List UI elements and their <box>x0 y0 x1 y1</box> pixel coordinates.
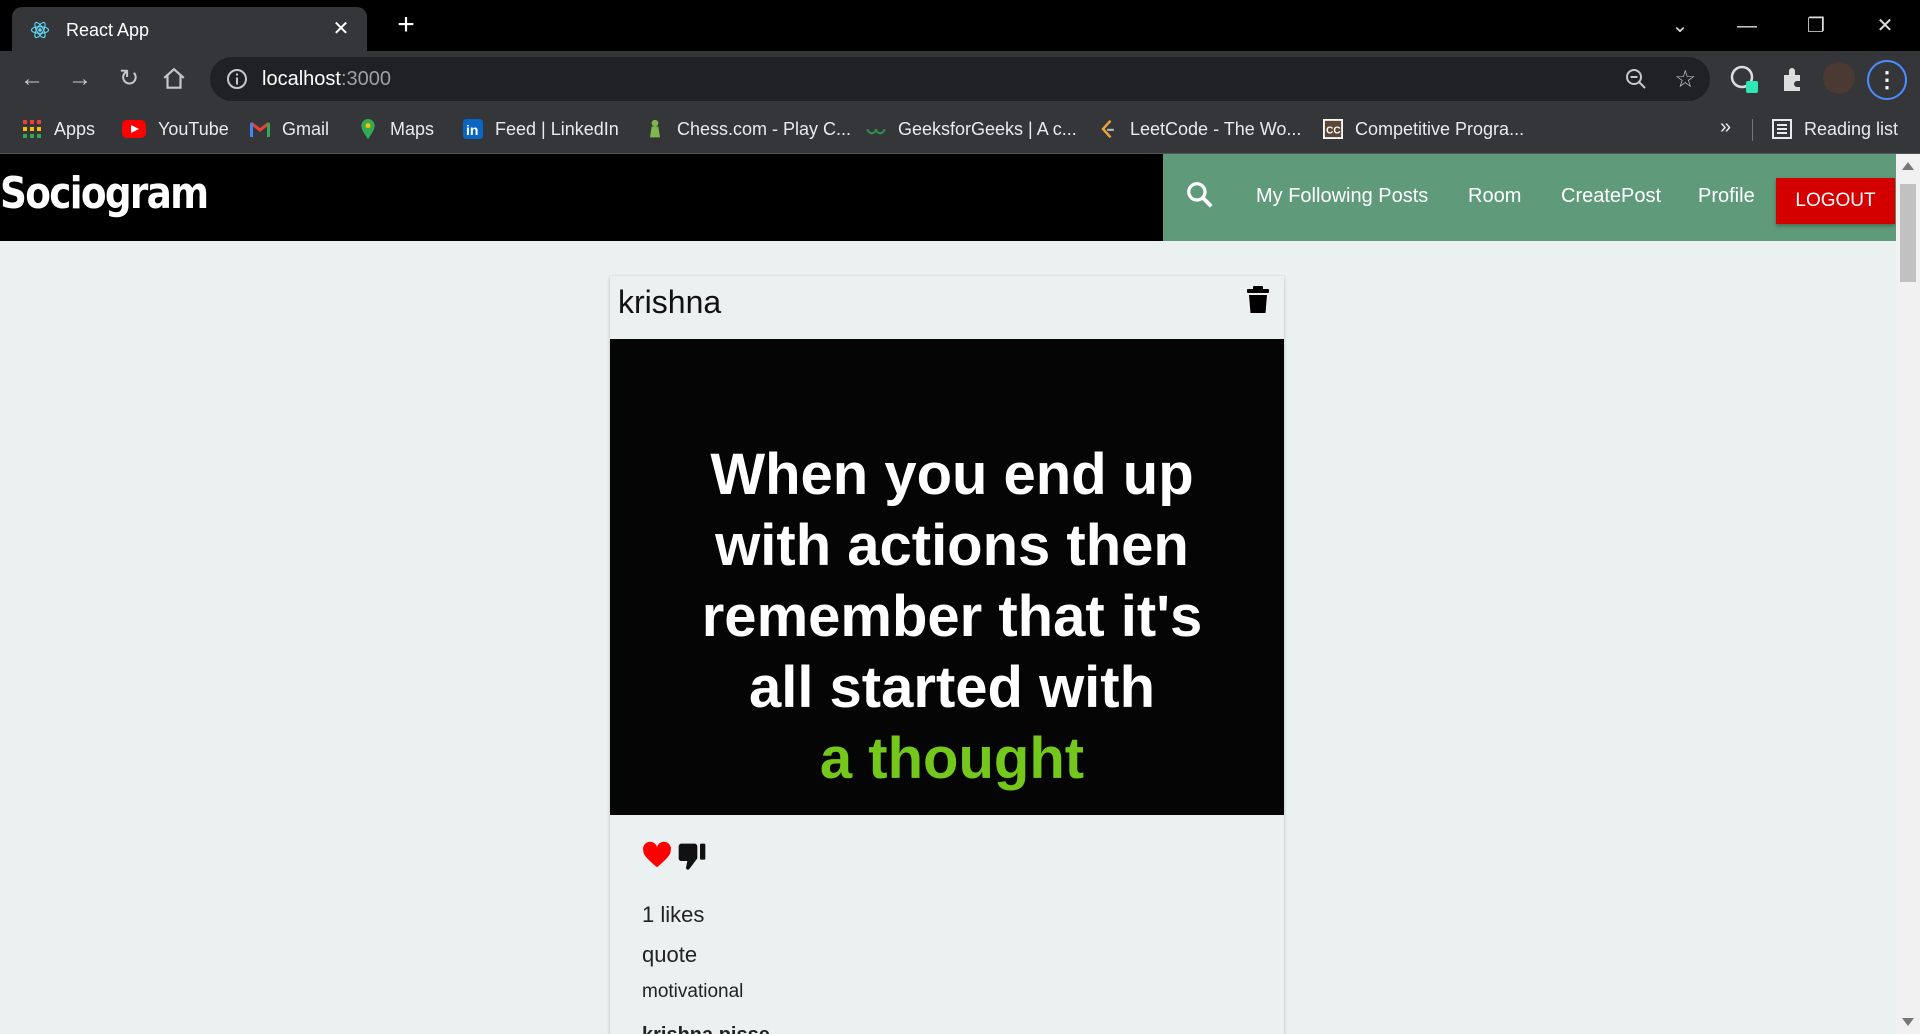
browser-toolbar: ← → ↻ localhost:3000 ☆ <box>0 51 1920 107</box>
apps-grid-icon <box>23 120 41 138</box>
url-text: localhost:3000 <box>262 68 391 90</box>
profile-avatar[interactable] <box>1823 62 1855 94</box>
linkedin-icon: in <box>463 119 483 139</box>
bookmark-label: GeeksforGeeks | A c... <box>898 118 1077 139</box>
bookmark-label: Feed | LinkedIn <box>495 118 619 139</box>
scroll-down-arrow-icon[interactable] <box>1902 1018 1914 1026</box>
tab-search-chevron-icon[interactable]: ⌄ <box>1664 10 1696 42</box>
bookmark-label: Chess.com - Play C... <box>677 118 852 139</box>
app-navbar: Sociogram My Following Posts Room Create… <box>0 154 1896 241</box>
bookmarks-divider <box>1752 119 1753 141</box>
close-window-button[interactable]: ✕ <box>1869 10 1901 42</box>
nav-room[interactable]: Room <box>1468 185 1521 208</box>
brand-logo[interactable]: Sociogram <box>0 168 209 219</box>
reading-list-button[interactable]: Reading list <box>1772 116 1898 142</box>
bookmark-label: Apps <box>54 118 96 139</box>
bookmark-leetcode[interactable]: LeetCode - The Wo... <box>1098 116 1301 142</box>
nav-my-following-posts[interactable]: My Following Posts <box>1256 185 1428 208</box>
forward-button[interactable]: → <box>64 63 96 95</box>
post-actions <box>642 841 708 875</box>
bookmark-star-icon[interactable]: ☆ <box>1674 65 1696 94</box>
youtube-icon <box>122 120 146 138</box>
extension-badge-icon[interactable] <box>1728 63 1760 95</box>
bookmark-apps[interactable]: Apps <box>22 116 95 142</box>
bookmark-label: LeetCode - The Wo... <box>1130 118 1302 139</box>
post-author[interactable]: krishna <box>618 284 721 321</box>
close-tab-icon[interactable]: ✕ <box>329 17 353 41</box>
new-tab-button[interactable]: + <box>390 9 422 41</box>
nav-menu: My Following Posts Room CreatePost Profi… <box>1163 154 1896 241</box>
reload-button[interactable]: ↻ <box>113 63 145 95</box>
quote-line: with actions then <box>715 513 1189 578</box>
reading-list-icon <box>1772 119 1792 139</box>
post-image-text: When you end up with actions then rememb… <box>610 439 1294 794</box>
page-viewport: Sociogram My Following Posts Room Create… <box>0 154 1896 1034</box>
geeksforgeeks-icon <box>866 128 886 135</box>
heart-icon[interactable] <box>642 841 672 871</box>
quote-line: all started with <box>748 655 1156 720</box>
quote-accent-line: a thought <box>819 726 1085 791</box>
bookmark-label: Competitive Progra... <box>1355 118 1525 139</box>
post-image: When you end up with actions then rememb… <box>610 339 1284 815</box>
restore-button[interactable]: ❐ <box>1800 10 1832 42</box>
post-title: quote <box>642 942 698 967</box>
scroll-up-arrow-icon[interactable] <box>1902 162 1914 170</box>
bookmark-maps[interactable]: Maps <box>358 116 434 142</box>
search-icon[interactable] <box>1185 180 1215 210</box>
nav-create-post[interactable]: CreatePost <box>1561 185 1661 208</box>
bookmark-label: Maps <box>390 118 435 139</box>
bookmark-label: YouTube <box>158 118 229 139</box>
minimize-button[interactable]: — <box>1731 10 1763 42</box>
bookmark-geeksforgeeks[interactable]: GeeksforGeeks | A c... <box>866 116 1077 142</box>
svg-text:CC: CC <box>1326 126 1340 137</box>
bookmark-linkedin[interactable]: in Feed | LinkedIn <box>463 116 619 142</box>
bookmarks-bar: Apps YouTube Gmail Maps in Feed | Linked… <box>0 107 1920 154</box>
logout-button[interactable]: LOGOUT <box>1776 178 1895 224</box>
zoom-icon[interactable] <box>1624 67 1648 91</box>
tab-title: React App <box>66 20 150 40</box>
post-card: krishna When you end up with actions the… <box>610 276 1284 1034</box>
back-button[interactable]: ← <box>16 63 48 95</box>
quote-line: When you end up <box>710 442 1194 507</box>
chess-icon <box>650 119 660 138</box>
reading-list-label: Reading list <box>1804 118 1899 139</box>
address-bar[interactable]: localhost:3000 ☆ <box>210 57 1710 101</box>
extensions-puzzle-icon[interactable] <box>1776 63 1808 95</box>
trash-icon[interactable] <box>1246 286 1270 314</box>
svg-text:in: in <box>466 122 478 138</box>
bookmark-codechef[interactable]: CC Competitive Progra... <box>1323 116 1524 142</box>
home-icon[interactable] <box>161 66 187 92</box>
quote-line: remember that it's <box>701 584 1203 649</box>
bookmark-gmail[interactable]: Gmail <box>250 116 329 142</box>
react-icon <box>30 21 50 39</box>
post-body: motivational <box>642 981 744 1002</box>
maps-icon <box>361 119 375 139</box>
nav-profile[interactable]: Profile <box>1698 185 1755 208</box>
site-info-icon[interactable] <box>226 68 248 90</box>
page-scrollbar[interactable] <box>1896 154 1920 1034</box>
browser-menu-icon[interactable]: ⋮ <box>1867 60 1907 100</box>
likes-count: 1 likes <box>642 902 705 927</box>
gmail-icon <box>250 121 270 137</box>
codechef-icon: CC <box>1323 119 1343 139</box>
browser-tab[interactable]: React App ✕ <box>12 7 367 51</box>
thumbs-down-icon[interactable] <box>676 841 708 873</box>
browser-tab-strip: React App ✕ + ⌄ — ❐ ✕ <box>0 0 1920 51</box>
more-bookmarks-button[interactable]: » <box>1720 116 1731 139</box>
leetcode-icon <box>1101 119 1114 139</box>
bookmark-chess[interactable]: Chess.com - Play C... <box>645 116 851 142</box>
scroll-thumb[interactable] <box>1900 184 1916 282</box>
bookmark-label: Gmail <box>282 118 330 139</box>
bookmark-youtube[interactable]: YouTube <box>122 116 229 142</box>
comment-author: krishna pisse <box>642 1024 770 1034</box>
